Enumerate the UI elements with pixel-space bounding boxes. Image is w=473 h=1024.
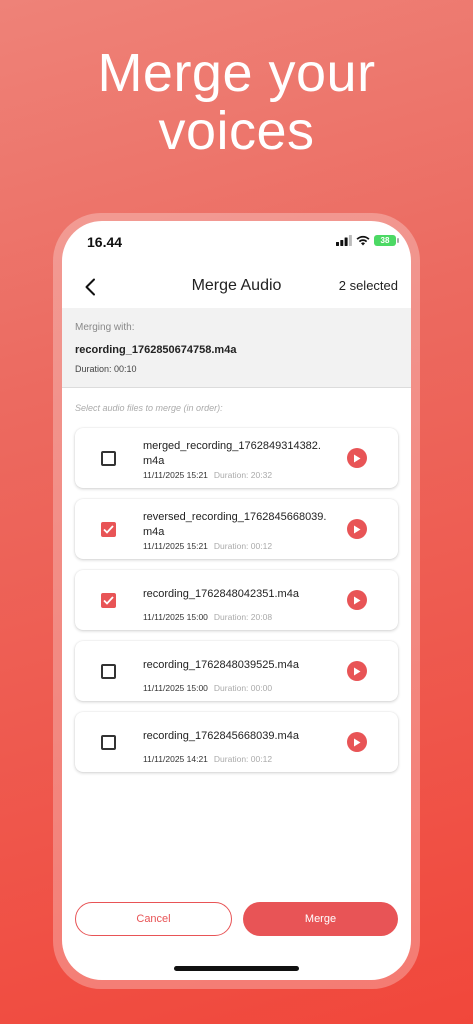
merge-info-label: Merging with: xyxy=(75,322,135,333)
audio-file-item[interactable]: recording_1762848039525.m4a 11/11/2025 1… xyxy=(75,641,398,701)
audio-file-list: merged_recording_1762849314382.m4a 11/11… xyxy=(75,428,398,783)
wifi-icon xyxy=(356,235,370,246)
play-button[interactable] xyxy=(347,661,367,681)
play-button[interactable] xyxy=(347,732,367,752)
headline-line-1: Merge your xyxy=(97,43,376,103)
battery-icon: 38 xyxy=(374,235,399,246)
file-meta: 11/11/2025 15:21 Duration: 00:12 xyxy=(143,541,272,551)
file-date: 11/11/2025 15:21 xyxy=(143,470,208,480)
play-icon xyxy=(354,525,361,533)
checkbox-icon xyxy=(103,596,114,605)
file-date: 11/11/2025 15:21 xyxy=(143,541,208,551)
audio-file-item[interactable]: merged_recording_1762849314382.m4a 11/11… xyxy=(75,428,398,488)
action-footer: Cancel Merge xyxy=(75,902,398,936)
cancel-button[interactable]: Cancel xyxy=(75,902,232,936)
checkbox-icon xyxy=(103,525,114,534)
battery-level: 38 xyxy=(380,236,390,245)
file-duration: Duration: 00:00 xyxy=(213,683,273,693)
play-button[interactable] xyxy=(347,519,367,539)
checkbox[interactable] xyxy=(101,451,116,466)
selection-hint: Select audio files to merge (in order): xyxy=(75,403,223,413)
merge-info-duration: Duration: 00:10 xyxy=(75,364,137,374)
checkbox[interactable] xyxy=(101,664,116,679)
merge-info-file: recording_1762850674758.m4a xyxy=(75,344,237,356)
status-icons: 38 xyxy=(336,235,399,246)
file-duration: Duration: 20:08 xyxy=(213,612,273,622)
play-icon xyxy=(354,596,361,604)
status-time: 16.44 xyxy=(87,234,123,250)
cellular-signal-icon xyxy=(336,235,352,246)
audio-file-item[interactable]: recording_1762845668039.m4a 11/11/2025 1… xyxy=(75,712,398,772)
home-indicator xyxy=(174,966,299,971)
audio-file-item[interactable]: recording_1762848042351.m4a 11/11/2025 1… xyxy=(75,570,398,630)
file-meta: 11/11/2025 15:00 Duration: 20:08 xyxy=(143,612,272,622)
phone-screen: 16.44 38 Merge Audio 2 selected Merging … xyxy=(62,221,411,980)
file-duration: Duration: 00:12 xyxy=(213,754,273,764)
play-icon xyxy=(354,667,361,675)
headline: Merge your voices xyxy=(0,44,473,160)
headline-line-2: voices xyxy=(158,101,315,161)
audio-file-item[interactable]: reversed_recording_1762845668039.m4a 11/… xyxy=(75,499,398,559)
selected-count: 2 selected xyxy=(338,278,398,293)
play-button[interactable] xyxy=(347,590,367,610)
merge-button[interactable]: Merge xyxy=(243,902,398,936)
app-bar: Merge Audio 2 selected xyxy=(62,265,411,309)
file-date: 11/11/2025 15:00 xyxy=(143,683,208,693)
play-icon xyxy=(354,738,361,746)
file-name: recording_1762845668039.m4a xyxy=(143,730,299,742)
file-duration: Duration: 00:12 xyxy=(213,541,273,551)
file-date: 11/11/2025 14:21 xyxy=(143,754,208,764)
file-name: reversed_recording_1762845668039.m4a xyxy=(143,511,327,538)
merge-info-panel: Merging with: recording_1762850674758.m4… xyxy=(62,308,411,388)
checkbox[interactable] xyxy=(101,593,116,608)
file-date: 11/11/2025 15:00 xyxy=(143,612,208,622)
file-name: recording_1762848039525.m4a xyxy=(143,659,299,671)
file-duration: Duration: 20:32 xyxy=(213,470,273,480)
status-bar: 16.44 38 xyxy=(62,221,411,261)
file-meta: 11/11/2025 15:00 Duration: 00:00 xyxy=(143,683,272,693)
file-name: merged_recording_1762849314382.m4a xyxy=(143,440,321,467)
checkbox[interactable] xyxy=(101,522,116,537)
play-icon xyxy=(354,454,361,462)
play-button[interactable] xyxy=(347,448,367,468)
file-name: recording_1762848042351.m4a xyxy=(143,588,299,600)
file-meta: 11/11/2025 15:21 Duration: 20:32 xyxy=(143,470,272,480)
file-meta: 11/11/2025 14:21 Duration: 00:12 xyxy=(143,754,272,764)
checkbox[interactable] xyxy=(101,735,116,750)
